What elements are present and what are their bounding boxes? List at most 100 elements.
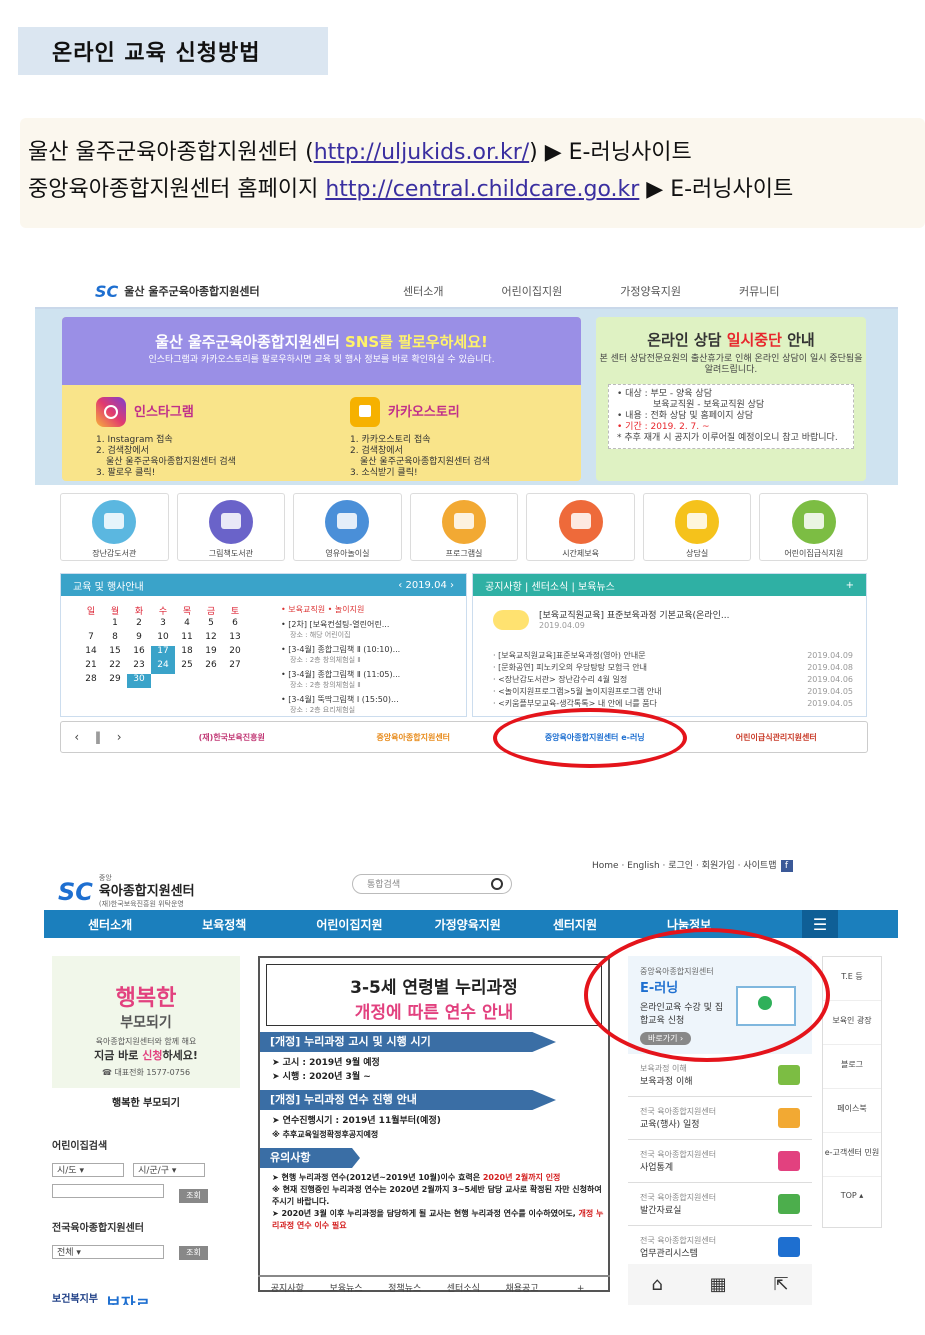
notice-row[interactable]: · [보육교직원교육]표준보육과정(영아) 안내문 2019.04.09	[493, 650, 853, 662]
nav-center-support[interactable]: 센터지원	[553, 916, 597, 933]
calendar-day[interactable]: 25	[175, 660, 199, 674]
calendar-day[interactable]: 10	[151, 632, 175, 646]
blog-link[interactable]: 블로그	[823, 1045, 881, 1089]
calendar-day[interactable]: 17	[151, 646, 175, 660]
calendar-day[interactable]: 21	[79, 660, 103, 674]
calendar-day[interactable]: 3	[151, 618, 175, 632]
calendar-day[interactable]: 9	[127, 632, 151, 646]
notice-more-button[interactable]: +	[846, 580, 854, 591]
notice-row[interactable]: · <놀이지원프로그램>5월 놀이지원프로그램 안내 2019.04.05	[493, 686, 853, 698]
tab-more-button[interactable]: +	[551, 1277, 610, 1305]
calendar-day[interactable]: 27	[223, 660, 247, 674]
mohw-logo[interactable]: 보건복지부	[52, 1290, 98, 1305]
calendar-day[interactable]: 14	[79, 646, 103, 660]
te-link[interactable]: T.E 등	[823, 957, 881, 1001]
calendar-day[interactable]: 29	[103, 674, 127, 688]
calendar-day[interactable]: 24	[151, 660, 175, 674]
bojari-logo[interactable]: 보자ㄹ	[106, 1290, 150, 1305]
event-item[interactable]: • [3-4월] 종합그림책 Ⅱ (10:10)... 장소 : 2층 창의체험실…	[281, 644, 456, 666]
facebook-icon[interactable]: f	[780, 860, 793, 872]
top-links[interactable]: Home · English · 로그인 · 회원가입 · 사이트맵 f	[592, 858, 793, 872]
event-item[interactable]: • [3-4월] 뚝딱그림책 Ⅰ (15:50)... 장소 : 2층 요리체험실	[281, 694, 456, 716]
sigungu-select[interactable]: 시/군/구 ▾	[133, 1163, 206, 1177]
quick-menu-item[interactable]: 상담실	[642, 493, 752, 561]
calendar-day[interactable]: 26	[199, 660, 223, 674]
carousel-controls[interactable]: ‹ ‖ ›	[61, 730, 141, 744]
nav-daycare-support[interactable]: 어린이집지원	[316, 916, 382, 933]
quick-menu-item[interactable]: 장난감도서관	[60, 493, 169, 561]
tab-jobs[interactable]: 채용공고	[493, 1277, 552, 1305]
link-kcpi[interactable]: (재)한국보육진흥원	[141, 732, 323, 743]
nav-center-intro[interactable]: 센터소개	[88, 916, 132, 933]
calendar-day[interactable]: 16	[127, 646, 151, 660]
parenting-promo[interactable]: 행복한 부모되기 육아종합지원센터와 함께 해요 지금 바로 신청하세요! ☎ …	[52, 956, 240, 1088]
sido-select[interactable]: 시/도 ▾	[52, 1163, 124, 1177]
consult-notice-banner[interactable]: 온라인 상담 일시중단 안내 본 센터 상담전문요원의 출산휴가로 인해 온라인…	[596, 317, 866, 481]
info-card[interactable]: 전국 육아종합지원센터 사업통계	[628, 1140, 812, 1183]
daycare-search-button[interactable]: 조회	[179, 1189, 208, 1203]
info-card[interactable]: 전국 육아종합지원센터 교육(행사) 일정	[628, 1097, 812, 1140]
nav-home-care[interactable]: 가정양육지원	[620, 283, 681, 299]
facebook-link[interactable]: 페이스북	[823, 1089, 881, 1133]
month-switcher[interactable]: ‹ 2019.04 ›	[398, 580, 454, 591]
nav-center-intro[interactable]: 센터소개	[403, 283, 443, 299]
quick-menu-item[interactable]: 어린이집급식지원	[759, 493, 869, 561]
central-childcare-link[interactable]: http://central.childcare.go.kr	[325, 177, 639, 202]
central-logo[interactable]: SC 중앙 육아종합지원센터 (재)한국보육진흥원 위탁운영	[58, 872, 195, 911]
notice-row[interactable]: · [문화공연] 피노키오의 우당탕탕 모험극 안내 2019.04.08	[493, 662, 853, 674]
calendar-day[interactable]: 1	[103, 618, 127, 632]
event-item[interactable]: • [2차] [보육컨설팅-열린어린... 장소 : 해당 어린이집	[281, 619, 456, 641]
building-icon[interactable]: ▦	[710, 1274, 727, 1295]
nav-home-care[interactable]: 가정양육지원	[435, 916, 501, 933]
top-button[interactable]: TOP ▴	[823, 1177, 881, 1221]
calendar-day[interactable]: 2	[127, 618, 151, 632]
quick-menu-item[interactable]: 프로그램실	[409, 493, 519, 561]
customer-center-link[interactable]: e-고객센터 민원	[823, 1133, 881, 1177]
calendar-day[interactable]: 4	[175, 618, 199, 632]
calendar-day[interactable]: 5	[199, 618, 223, 632]
notice-featured[interactable]: [보육교직원교육] 표준보육과정 기본교육(온라인... 2019.04.09	[493, 608, 729, 631]
tab-news[interactable]: 보육뉴스	[317, 1277, 376, 1305]
daycare-name-input[interactable]	[52, 1184, 164, 1198]
calendar-day[interactable]: 20	[223, 646, 247, 660]
nuri-notice-banner[interactable]: 3-5세 연령별 누리과정 개정에 따른 연수 안내 [개정] 누리과정 고시 …	[258, 956, 610, 1292]
search-input[interactable]: 통합검색	[352, 874, 512, 894]
tab-policy-news[interactable]: 정책뉴스	[375, 1277, 434, 1305]
calendar-day[interactable]: 13	[223, 632, 247, 646]
nav-policy[interactable]: 보육정책	[202, 916, 246, 933]
nav-daycare-support[interactable]: 어린이집지원	[501, 283, 562, 299]
calendar-day[interactable]: 15	[103, 646, 127, 660]
calendar-day[interactable]: 19	[199, 646, 223, 660]
community-link[interactable]: 보육인 광장	[823, 1001, 881, 1045]
quick-menu-item[interactable]: 영유아놀이실	[293, 493, 402, 561]
link-central-center[interactable]: 중앙육아종합지원센터	[323, 732, 505, 743]
center-select[interactable]: 전체 ▾	[52, 1245, 164, 1259]
calendar-day[interactable]: 18	[175, 646, 199, 660]
calendar-day[interactable]: 6	[223, 618, 247, 632]
notice-tabs[interactable]: 공지사항 | 센터소식 | 보육뉴스	[485, 578, 615, 593]
quick-menu-item[interactable]: 시간제보육	[526, 493, 635, 561]
search-icon[interactable]	[491, 878, 503, 890]
calendar-day[interactable]: 22	[103, 660, 127, 674]
calendar-day[interactable]: 23	[127, 660, 151, 674]
hamburger-menu-icon[interactable]: ☰	[802, 910, 838, 938]
notice-row[interactable]: · <장난감도서관> 장난감수리 4월 일정 2019.04.06	[493, 674, 853, 686]
quick-menu-item[interactable]: 그림책도서관	[176, 493, 286, 561]
sns-banner[interactable]: 울산 울주군육아종합지원센터 SNS를 팔로우하세요! 인스타그램과 카카오스토…	[62, 317, 581, 481]
calendar-day[interactable]: 12	[199, 632, 223, 646]
notice-row[interactable]: · <키움플부모교육-생각톡톡> 내 안에 너를 품다 2019.04.05	[493, 698, 853, 710]
event-item[interactable]: • [3-4월] 종합그림책 Ⅱ (11:05)... 장소 : 2층 창의체험실…	[281, 669, 456, 691]
tab-notice[interactable]: 공지사항	[258, 1277, 317, 1305]
info-card[interactable]: 전국 육아종합지원센터 발간자료실	[628, 1183, 812, 1226]
calendar-day[interactable]: 8	[103, 632, 127, 646]
nav-community[interactable]: 커뮤니티	[739, 283, 779, 299]
center-search-button[interactable]: 조회	[179, 1246, 208, 1260]
info-card[interactable]: 전국 육아종합지원센터 업무관리시스템	[628, 1226, 812, 1269]
calendar-day[interactable]: 7	[79, 632, 103, 646]
calendar-day[interactable]: 28	[79, 674, 103, 688]
calendar-day[interactable]: 30	[127, 674, 151, 688]
home-icon[interactable]: ⌂	[651, 1274, 662, 1295]
link-meal-center[interactable]: 어린이급식관리지원센터	[686, 732, 868, 743]
uljukids-link[interactable]: http://uljukids.or.kr/	[314, 140, 529, 165]
monitor-icon[interactable]: ⇱	[773, 1274, 788, 1295]
